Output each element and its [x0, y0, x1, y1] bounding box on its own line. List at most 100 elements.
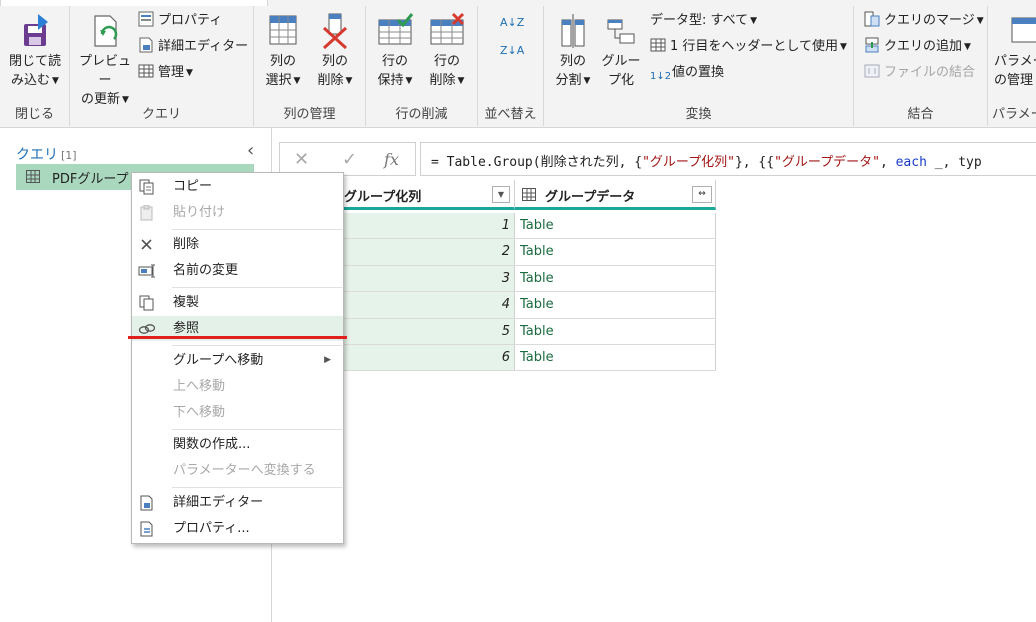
menu-label: 複製	[173, 295, 200, 310]
combine-files-icon	[864, 63, 880, 79]
close-and-load-button[interactable]: 閉じて読 み込む ▼	[4, 12, 66, 91]
column-header-label: グループデータ	[545, 190, 636, 205]
parameters-icon	[1008, 12, 1036, 50]
paste-icon	[138, 204, 156, 221]
menu-item-delete[interactable]: 削除	[132, 232, 343, 257]
menu-label: 上へ移動	[173, 379, 226, 394]
menu-label: 下へ移動	[173, 405, 226, 420]
use-first-row-as-header-button[interactable]: 1 行目をヘッダーとして使用 ▼	[650, 36, 847, 58]
ribbon-group-transform: 列の 分割 ▼ グルー プ化 データ型: すべて ▼ 1 行目をヘッダーとして使用 ▼…	[544, 6, 854, 126]
formula-part: = Table.Group(削除された列, {	[431, 155, 643, 170]
menu-item-move-down[interactable]: 下へ移動	[132, 400, 343, 425]
merge-icon	[864, 11, 880, 27]
formula-part: }, {{	[734, 155, 775, 170]
chevron-down-icon: ▼	[186, 68, 193, 78]
menu-item-create-function[interactable]: 関数の作成...	[132, 432, 343, 457]
keep-rows-label-2: 保持	[377, 73, 404, 88]
advanced-editor-button[interactable]: 詳細エディター	[138, 36, 248, 58]
context-menu: コピー 貼り付け 削除 名前の変更 複製 参照 グループへ移動 ▶ 上へ移動 下…	[131, 172, 344, 544]
column-header-label: グループ化列	[344, 190, 422, 205]
cancel-icon[interactable]: ✕	[294, 149, 309, 170]
manage-parameters-button[interactable]: パラメー の管理	[994, 12, 1036, 90]
split-column-icon	[554, 12, 592, 50]
append-icon	[864, 37, 880, 53]
table-link[interactable]: Table	[515, 213, 716, 239]
menu-item-paste[interactable]: 貼り付け	[132, 200, 343, 225]
menu-item-copy[interactable]: コピー	[132, 174, 343, 199]
queries-count: [1]	[61, 149, 77, 162]
commit-icon[interactable]: ✓	[342, 149, 357, 170]
expand-column-icon[interactable]: ↔	[692, 186, 712, 203]
use-first-row-label: 1 行目をヘッダーとして使用	[670, 39, 839, 54]
group-title-parameters: パラメー	[992, 107, 1036, 122]
formula-input[interactable]: = Table.Group(削除された列, {"グループ化列"}, {{"グルー…	[420, 142, 1036, 176]
replace-values-icon: 1↓2	[650, 71, 672, 82]
choose-columns-button[interactable]: 列の 選択 ▼	[258, 12, 308, 91]
remove-columns-icon	[316, 12, 354, 50]
collapse-pane-icon[interactable]: ‹	[247, 140, 254, 161]
split-column-button[interactable]: 列の 分割 ▼	[550, 12, 596, 91]
chevron-down-icon: ▼	[405, 76, 413, 86]
merge-queries-button[interactable]: クエリのマージ ▼	[864, 10, 984, 32]
sort-descending-button[interactable]: Z↓A	[500, 40, 524, 62]
table-icon	[522, 188, 536, 205]
manage-parameters-label-2: の管理	[994, 73, 1034, 88]
menu-label: コピー	[173, 179, 213, 194]
chevron-down-icon: ▼	[457, 76, 465, 86]
rename-icon	[138, 263, 156, 279]
group-title-close: 閉じる	[14, 107, 54, 122]
table-link[interactable]: Table	[515, 292, 716, 318]
menu-item-duplicate[interactable]: 複製	[132, 290, 343, 315]
split-column-label-1: 列の	[559, 54, 586, 69]
table-link[interactable]: Table	[515, 239, 716, 265]
column-header-group-data[interactable]: グループデータ ↔	[515, 180, 716, 210]
group-title-reduce-rows: 行の削減	[395, 107, 448, 122]
menu-item-rename[interactable]: 名前の変更	[132, 258, 343, 283]
table-link[interactable]: Table	[515, 345, 716, 371]
formula-part: ,	[879, 155, 896, 170]
combine-files-button[interactable]: ファイルの結合	[864, 62, 975, 84]
replace-values-button[interactable]: 1↓2値の置換	[650, 62, 724, 84]
properties-button[interactable]: プロパティ	[138, 10, 222, 32]
choose-columns-label-1: 列の	[269, 54, 296, 69]
group-by-label-2: プ化	[607, 73, 634, 88]
advanced-editor-label: 詳細エディター	[158, 39, 249, 54]
data-type-dropdown[interactable]: データ型: すべて ▼	[650, 10, 757, 32]
chevron-down-icon: ▼	[964, 42, 971, 52]
advanced-editor-icon	[138, 495, 156, 511]
menu-item-advanced-editor[interactable]: 詳細エディター	[132, 490, 343, 515]
menu-label: グループへ移動	[173, 353, 264, 368]
filter-dropdown-icon[interactable]: ▼	[492, 186, 510, 203]
table-link[interactable]: Table	[515, 265, 716, 292]
split-column-label-2: 分割	[555, 73, 582, 88]
append-queries-button[interactable]: クエリの追加 ▼	[864, 36, 971, 58]
formula-string: "グループデータ"	[774, 155, 880, 170]
remove-rows-button[interactable]: 行の 削除 ▼	[422, 12, 472, 91]
properties-icon	[138, 11, 154, 27]
fx-icon[interactable]: fx	[384, 150, 399, 169]
menu-label: 貼り付け	[173, 205, 226, 220]
advanced-editor-icon	[138, 37, 154, 53]
table-link[interactable]: Table	[515, 318, 716, 344]
keep-rows-label-1: 行の	[381, 54, 408, 69]
menu-item-move-up[interactable]: 上へ移動	[132, 374, 343, 399]
sort-ascending-button[interactable]: A↓Z	[500, 12, 524, 34]
group-by-icon	[602, 12, 640, 50]
menu-label: 関数の作成...	[173, 437, 251, 452]
ribbon-group-manage-columns: 列の 選択 ▼ 列の 削除 ▼ 列の管理	[254, 6, 366, 126]
menu-item-move-to-group[interactable]: グループへ移動 ▶	[132, 348, 343, 373]
data-type-label: データ型: すべて	[650, 13, 749, 28]
remove-columns-label-2: 削除	[317, 73, 344, 88]
remove-columns-button[interactable]: 列の 削除 ▼	[310, 12, 360, 91]
copy-icon	[138, 179, 156, 195]
manage-button[interactable]: 管理 ▼	[138, 62, 193, 84]
ribbon: 閉じて読 み込む ▼ 閉じる プレビュー の更新 ▼ プロパティ 詳細エディター 管…	[0, 0, 1036, 128]
keep-rows-button[interactable]: 行の 保持 ▼	[370, 12, 420, 91]
group-by-button[interactable]: グルー プ化	[598, 12, 644, 90]
sort-descending-icon: Z↓A	[500, 44, 525, 57]
refresh-preview-button[interactable]: プレビュー の更新 ▼	[74, 12, 136, 110]
menu-item-convert-to-parameter[interactable]: パラメーターへ変換する	[132, 458, 343, 483]
menu-label: 名前の変更	[173, 263, 239, 278]
menu-item-properties[interactable]: プロパティ...	[132, 516, 343, 541]
ribbon-group-reduce-rows: 行の 保持 ▼ 行の 削除 ▼ 行の削減	[366, 6, 478, 126]
